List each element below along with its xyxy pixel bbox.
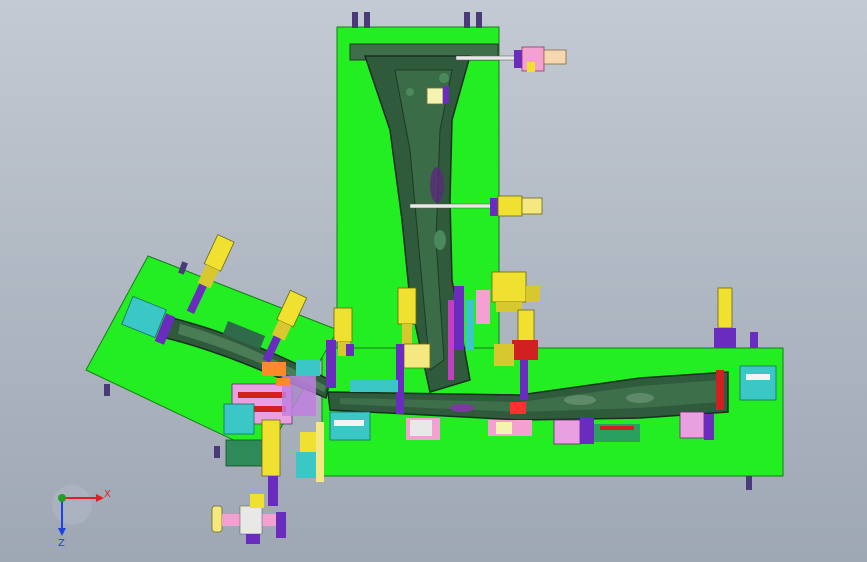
y-axis-dot-icon (58, 494, 66, 502)
x-axis-label: X (104, 489, 111, 500)
z-axis-label: Z (58, 538, 65, 549)
x-axis-arrow-icon (96, 494, 104, 502)
cad-viewport[interactable]: X Z (0, 0, 867, 562)
triad-origin-icon (52, 485, 92, 525)
coordinate-triad: X Z (52, 485, 111, 549)
base-plate-angled[interactable] (85, 255, 339, 456)
z-axis-arrow-icon (58, 528, 66, 536)
